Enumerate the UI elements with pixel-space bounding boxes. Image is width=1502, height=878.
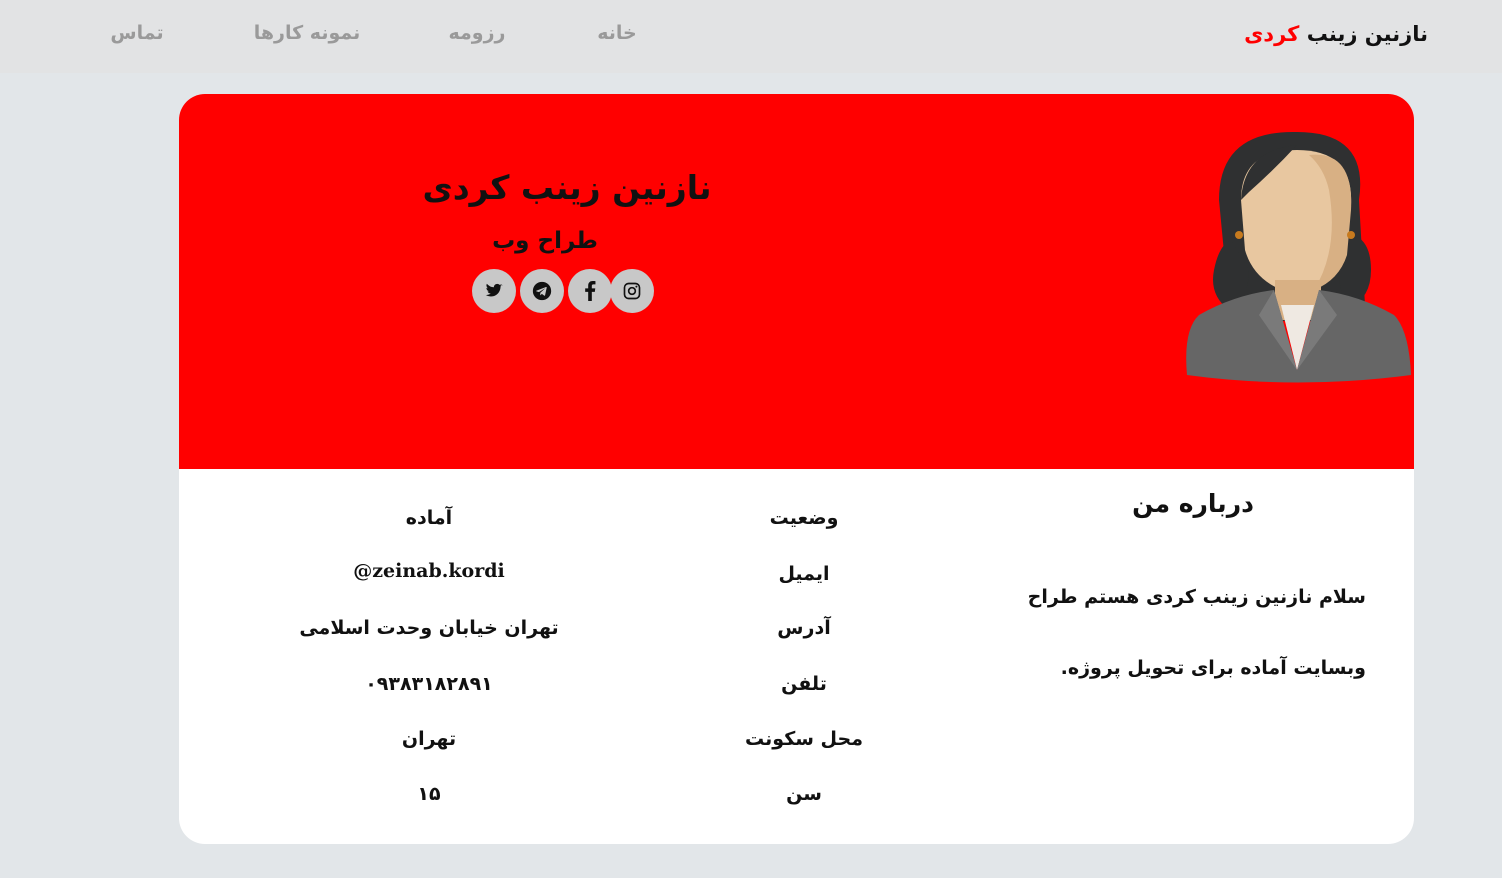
about-text-line-1: سلام نازنین زینب کردی هستم طراح bbox=[1027, 586, 1366, 608]
brand-accent: کردی bbox=[1244, 22, 1300, 46]
twitter-icon[interactable] bbox=[472, 269, 516, 313]
about-text-line-2: وبسایت آماده برای تحویل پروژه. bbox=[1060, 657, 1366, 679]
residence-label: محل سکونت bbox=[745, 728, 863, 750]
nav-resume-link[interactable]: رزومه bbox=[449, 22, 506, 44]
facebook-icon[interactable] bbox=[568, 269, 612, 313]
profile-card: نازنین زینب کردی طراح وب درباره من سلام … bbox=[179, 94, 1414, 844]
email-label: ایمیل bbox=[778, 563, 830, 585]
profile-hero: نازنین زینب کردی طراح وب bbox=[179, 94, 1414, 469]
phone-label: تلفن bbox=[781, 673, 827, 695]
nav-portfolio-link[interactable]: نمونه کارها bbox=[254, 22, 361, 44]
nav-home-link[interactable]: خانه bbox=[597, 22, 636, 44]
profile-role: طراح وب bbox=[492, 228, 598, 254]
age-value: ۱۵ bbox=[417, 783, 441, 805]
nav-contact-link[interactable]: تماس bbox=[110, 22, 163, 44]
age-label: سن bbox=[786, 783, 822, 805]
profile-name: نازنین زینب کردی bbox=[422, 168, 712, 207]
telegram-icon[interactable] bbox=[520, 269, 564, 313]
avatar bbox=[1186, 131, 1411, 383]
instagram-icon[interactable] bbox=[610, 269, 654, 313]
address-label: آدرس bbox=[777, 617, 831, 639]
brand-logo[interactable]: نازنین زینب کردی bbox=[1244, 22, 1428, 46]
status-label: وضعیت bbox=[769, 507, 839, 529]
residence-value: تهران bbox=[401, 728, 457, 750]
email-value: @zeinab.kordi bbox=[353, 560, 505, 582]
brand-name: نازنین زینب bbox=[1306, 22, 1428, 46]
phone-value: ۰۹۳۸۳۱۸۲۸۹۱ bbox=[365, 673, 493, 695]
about-title: درباره من bbox=[1132, 489, 1254, 518]
status-value: آماده bbox=[405, 507, 453, 529]
top-navbar: نازنین زینب کردی خانه رزومه نمونه کارها … bbox=[0, 0, 1502, 73]
address-value: تهران خیابان وحدت اسلامی bbox=[299, 617, 559, 639]
